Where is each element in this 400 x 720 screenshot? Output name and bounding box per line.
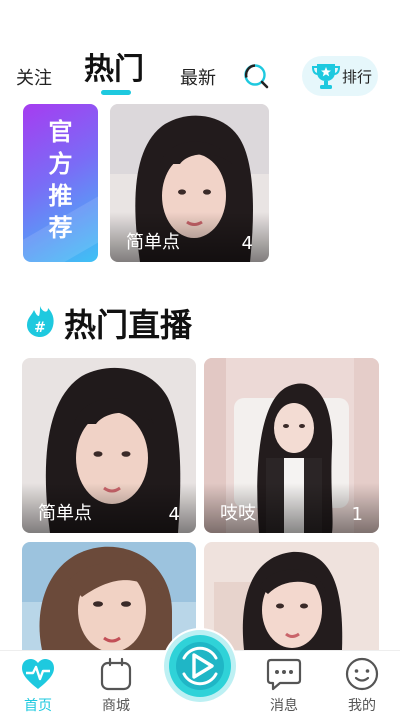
rank-label: 排行 [342, 68, 373, 86]
rank-button[interactable]: 排行 [302, 56, 378, 96]
live-card[interactable]: 吱吱 1 [204, 358, 379, 533]
nav-messages[interactable]: 消息 [254, 655, 314, 719]
hot-flame-icon: # [27, 306, 54, 337]
official-char: 官 [48, 118, 73, 146]
official-recommend-card[interactable]: 官 方 推 荐 [23, 104, 98, 262]
section-title: 热门直播 [64, 306, 193, 344]
tab-active-indicator [101, 90, 131, 95]
search-icon[interactable] [243, 63, 269, 89]
official-char: 方 [48, 150, 73, 178]
nav-label: 商城 [102, 698, 130, 714]
stream-name: 简单点 [126, 232, 180, 253]
live-card[interactable]: 简单点 4 [22, 358, 196, 533]
nav-label: 首页 [24, 698, 52, 714]
official-char: 荐 [48, 214, 73, 242]
shopping-bag-icon [100, 657, 132, 691]
viewer-count: 4 [168, 504, 180, 525]
smiley-icon [345, 657, 379, 691]
stream-name: 简单点 [38, 503, 92, 524]
nav-profile[interactable]: 我的 [332, 655, 392, 719]
official-char: 推 [48, 182, 73, 210]
tab-follow[interactable]: 关注 [16, 64, 52, 90]
tab-latest[interactable]: 最新 [180, 64, 216, 90]
nav-shop[interactable]: 商城 [86, 655, 146, 719]
stream-name: 吱吱 [220, 503, 256, 524]
nav-home[interactable]: 首页 [8, 655, 68, 719]
viewer-count: 1 [351, 504, 363, 525]
live-play-button[interactable] [162, 628, 238, 704]
trophy-icon [311, 64, 341, 89]
heartbeat-icon [22, 659, 54, 689]
viewer-count: 4 [241, 233, 253, 254]
official-recommend-label: 官 方 推 荐 [23, 116, 98, 244]
nav-label: 消息 [270, 698, 298, 714]
top-tab-bar: 关注 热门 最新 排行 [0, 0, 400, 100]
svg-text:#: # [34, 320, 46, 336]
chat-bubble-icon [266, 658, 302, 691]
recommend-stream-card[interactable]: 简单点 4 [110, 104, 269, 262]
live-play-icon [164, 630, 236, 702]
nav-label: 我的 [348, 698, 376, 714]
tab-hot[interactable]: 热门 [84, 44, 144, 88]
